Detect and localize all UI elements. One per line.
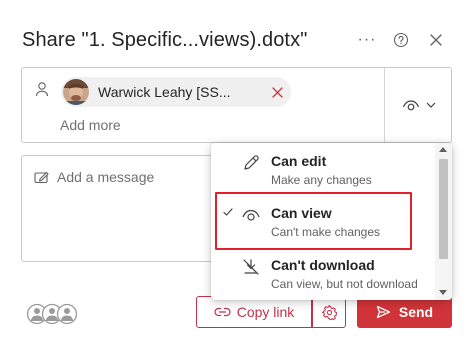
share-dialog: Share "1. Specific...views).dotx" ··· Wa…: [0, 0, 474, 349]
menu-item-title: Can't download: [271, 257, 375, 273]
pencil-icon: [244, 155, 259, 170]
edit-note-icon: [34, 171, 49, 184]
menu-item-can-edit[interactable]: Can edit Make any changes: [211, 143, 435, 193]
dialog-title: Share "1. Specific...views).dotx": [22, 29, 308, 51]
send-button[interactable]: Send: [357, 296, 452, 328]
send-label: Send: [398, 304, 434, 320]
recipients-field[interactable]: Warwick Leahy [SS... Add more: [21, 67, 452, 143]
send-icon: [376, 305, 391, 319]
add-more-input[interactable]: Add more: [60, 117, 121, 133]
menu-item-description: Make any changes: [271, 173, 372, 187]
scroll-down-arrow-icon[interactable]: [439, 290, 447, 295]
menu-item-description: Can't make changes: [271, 225, 381, 239]
link-settings-button[interactable]: [312, 296, 346, 328]
avatar: [63, 79, 89, 105]
no-download-icon: [243, 259, 259, 275]
recipient-chip[interactable]: Warwick Leahy [SS...: [61, 77, 291, 107]
link-icon: [214, 307, 231, 317]
checkmark-icon: [223, 208, 233, 216]
permission-menu: Can edit Make any changes Can view Can't…: [211, 143, 452, 300]
permission-dropdown-button[interactable]: [386, 68, 452, 142]
person-icon: [35, 82, 49, 97]
menu-scrollbar[interactable]: [435, 143, 452, 300]
menu-item-title: Can view: [271, 205, 332, 221]
recipient-name: Warwick Leahy [SS...: [98, 84, 231, 100]
menu-item-can-view[interactable]: Can view Can't make changes: [211, 195, 435, 245]
divider: [384, 68, 385, 142]
gear-icon: [321, 304, 337, 320]
menu-item-title: Can edit: [271, 153, 327, 169]
scrollbar-thumb[interactable]: [439, 159, 448, 259]
eye-icon: [402, 100, 420, 111]
copy-link-button[interactable]: Copy link: [196, 296, 312, 328]
copy-link-label: Copy link: [236, 304, 295, 320]
menu-item-description: Can view, but not download: [271, 277, 418, 291]
dismiss-icon[interactable]: [268, 83, 286, 101]
message-placeholder: Add a message: [57, 169, 155, 185]
more-horizontal-icon[interactable]: ···: [356, 29, 378, 51]
scroll-up-arrow-icon[interactable]: [439, 147, 447, 152]
help-circle-icon[interactable]: [390, 29, 412, 51]
people-group-icon: [26, 303, 78, 325]
eye-icon: [242, 209, 260, 221]
menu-item-cant-download[interactable]: Can't download Can view, but not downloa…: [211, 247, 435, 297]
close-icon[interactable]: [425, 29, 447, 51]
chevron-down-icon: [426, 102, 436, 108]
message-textarea[interactable]: Add a message: [21, 155, 231, 262]
